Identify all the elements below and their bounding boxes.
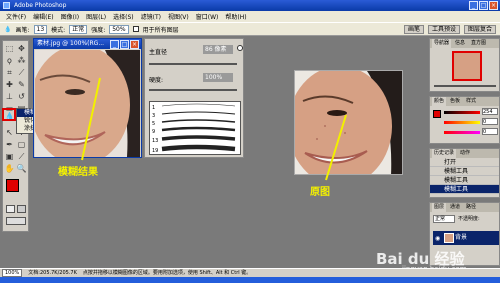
original-annotation: 原图 [310,187,330,198]
annotation-lines [81,77,347,181]
result-pointer-line [81,77,101,161]
result-annotation: 模糊结果 [58,167,98,178]
taskbar [0,277,500,283]
doc-info[interactable]: 文档:205.7K/205.7K [28,269,77,277]
status-hint: 点按并拖移以模糊图像的区域。要用附加选项，使用 Shift、Alt 和 Ctrl… [82,270,252,276]
status-bar: 100% 文档:205.7K/205.7K 点按并拖移以模糊图像的区域。要用附加… [0,268,500,277]
original-pointer-line [325,114,347,181]
zoom-field[interactable]: 100% [2,269,23,277]
